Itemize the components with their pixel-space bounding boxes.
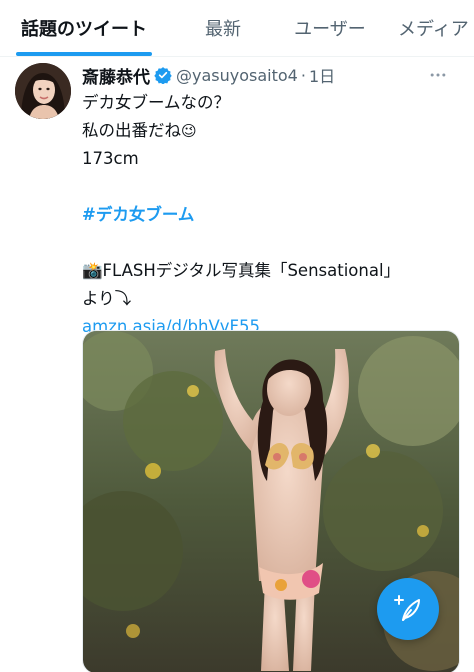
tweet-header: 斎藤恭代 @yasuyosaito4 · 1日 (82, 63, 335, 88)
verified-badge-icon (154, 66, 172, 84)
tweet-timestamp[interactable]: 1日 (309, 63, 335, 87)
tweet-text: デカ女ブームなの？ 私の出番だね😉 173cm #デカ女ブーム 📸FLASHデジ… (82, 89, 452, 341)
author-handle[interactable]: @yasuyosaito4 (176, 66, 298, 85)
tweet-line: デカ女ブームなの？ (82, 93, 231, 112)
tab-media[interactable]: メディア (398, 0, 474, 56)
search-tabs: 話題のツイート 最新 ユーザー メディア (0, 0, 474, 57)
tweet-line-text: FLASHデジタル写真集「Sensational」 (102, 261, 401, 280)
author-name[interactable]: 斎藤恭代 (82, 63, 150, 88)
active-tab-indicator (16, 52, 152, 56)
camera-flash-icon: 📸 (82, 261, 103, 280)
winking-face-icon: 😉 (181, 122, 197, 140)
tab-people[interactable]: ユーザー (278, 0, 382, 56)
tweet-line: 📸FLASHデジタル写真集「Sensational」 (82, 257, 452, 285)
tweet-line: より⤵︎ (82, 289, 132, 308)
tab-latest[interactable]: 最新 (190, 0, 256, 56)
feather-plus-icon (394, 595, 420, 621)
hashtag-link[interactable]: #デカ女ブーム (82, 201, 452, 229)
tweet-line: 私の出番だね😉 (82, 117, 452, 145)
compose-tweet-button[interactable] (377, 578, 439, 640)
tab-top-tweets[interactable]: 話題のツイート (0, 0, 168, 56)
more-horizontal-icon[interactable] (426, 63, 450, 87)
tweet-line-text: 私の出番だね (82, 121, 181, 140)
separator-dot: · (300, 65, 306, 85)
avatar[interactable] (15, 63, 71, 119)
tweet-line: 173cm (82, 149, 139, 168)
